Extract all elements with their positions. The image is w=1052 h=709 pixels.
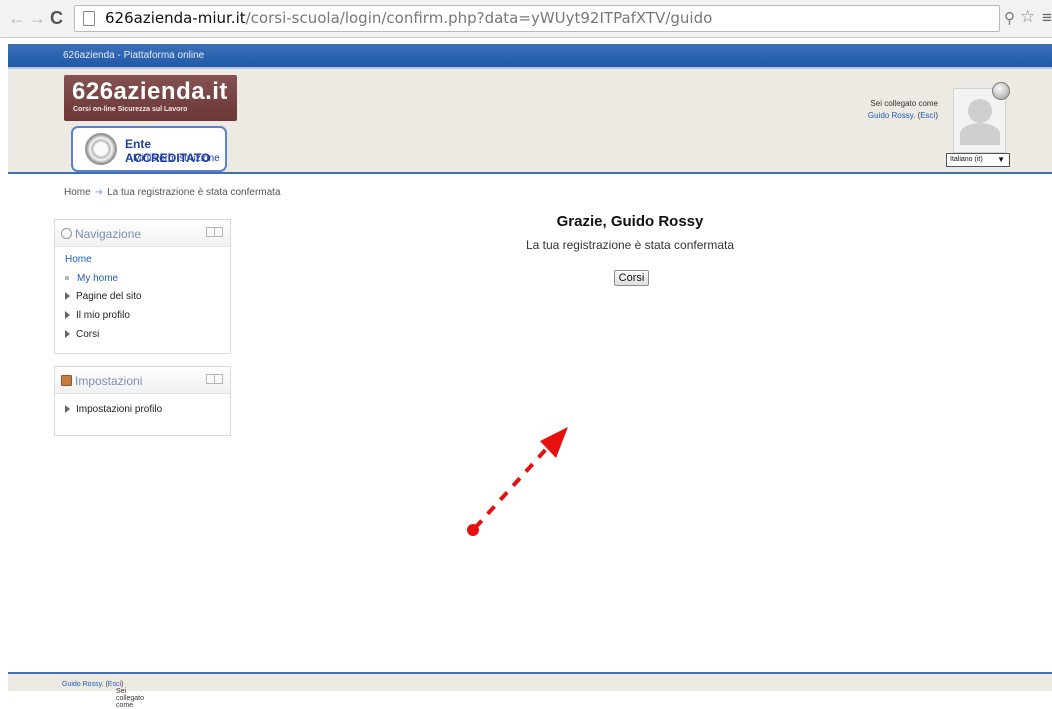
nav-item-my-home[interactable]: My home [65, 273, 118, 284]
confirmation-message: La tua registrazione è stata confermata [525, 238, 735, 252]
avatar-head-icon [968, 99, 992, 123]
address-bar[interactable]: 626azienda-miur.it/corsi-scuola/login/co… [74, 5, 1000, 32]
forward-icon[interactable]: → [28, 9, 46, 27]
breadcrumb-arrow-icon: ➜ [94, 187, 104, 198]
nav-item-label: Pagine del sito [76, 291, 142, 302]
logged-as-label: Sei collegato come [870, 99, 938, 108]
page-icon [83, 11, 95, 26]
chevron-down-icon: ▼ [997, 155, 1005, 164]
logout-link[interactable]: Esci [920, 111, 935, 120]
navigation-compass-icon [61, 228, 72, 239]
user-profile-link[interactable]: Guido Rossy [868, 111, 913, 120]
bookmark-star-icon[interactable]: ☆ [1020, 7, 1035, 27]
site-footer: Sei collegato come Guido Rossy. (Esci) [8, 672, 1052, 709]
corsi-button[interactable]: Corsi [614, 270, 649, 286]
settings-item-label: Impostazioni profilo [76, 404, 163, 415]
bullet-icon [65, 276, 69, 281]
site-title: 626azienda - Piattaforma online [63, 50, 205, 61]
avatar-badge-icon [992, 82, 1010, 100]
ente-accreditato-badge: Ente ACCREDITATO Ministero Istruzione [71, 126, 227, 172]
settings-icon [61, 375, 72, 386]
nav-item-label: My home [77, 273, 119, 284]
logo-tagline: Corsi on-line Sicurezza sul Lavoro [73, 106, 188, 113]
url-path: /corsi-scuola/login/confirm.php?data=yWU… [245, 9, 713, 27]
site-logo[interactable]: 626azienda.it Corsi on-line Sicurezza su… [64, 75, 237, 121]
annotation-arrow-tail [467, 524, 479, 536]
dock-block-icon[interactable] [206, 227, 223, 237]
settings-item-profilo[interactable]: Impostazioni profilo [65, 404, 162, 415]
breadcrumb-current: La tua registrazione è stata confermata [107, 187, 281, 198]
expand-arrow-icon [65, 311, 70, 320]
navigation-block: Navigazione Home My home Pagine del sito… [54, 219, 231, 354]
navigation-block-header: Navigazione [55, 220, 230, 247]
expand-arrow-icon [65, 405, 70, 414]
expand-arrow-icon [65, 292, 70, 301]
nav-item-label: Il mio profilo [76, 310, 130, 321]
login-info: Sei collegato come Guido Rossy. (Esci) [828, 98, 938, 122]
greeting-heading: Grazie, Guido Rossy [556, 213, 704, 230]
ente-line2: Ministero Istruzione [133, 153, 220, 164]
back-icon[interactable]: ← [8, 9, 26, 27]
footer-user-link[interactable]: Guido Rossy [62, 681, 102, 688]
breadcrumb: Home ➜ La tua registrazione è stata confer… [64, 187, 281, 198]
nav-home-link[interactable]: Home [65, 254, 92, 265]
nav-item-corsi[interactable]: Corsi [65, 329, 99, 340]
breadcrumb-home[interactable]: Home [64, 187, 91, 198]
expand-arrow-icon [65, 330, 70, 339]
navigation-block-title: Navigazione [75, 227, 142, 241]
nav-item-il-mio-profilo[interactable]: Il mio profilo [65, 310, 130, 321]
settings-block: Impostazioni Impostazioni profilo [54, 366, 231, 436]
footer-login-info: Sei collegato come Guido Rossy. (Esci) [62, 681, 145, 709]
annotation-arrow-head [540, 427, 568, 458]
site-top-strip: 626azienda - Piattaforma online [8, 44, 1052, 69]
italian-emblem-icon [85, 133, 117, 165]
language-value: Italiano (it) [950, 156, 983, 163]
settings-block-title: Impostazioni [75, 374, 143, 388]
footer-logged-as: Sei collegato come [116, 688, 145, 709]
menu-icon[interactable]: ≡ [1042, 8, 1052, 28]
annotation-arrow-line [473, 445, 550, 530]
reload-icon[interactable]: C [50, 9, 63, 27]
logo-name: 626azienda.it [72, 78, 228, 105]
browser-toolbar: ← → C 626azienda-miur.it/corsi-scuola/lo… [0, 0, 1052, 38]
footer-logout-link[interactable]: Esci [108, 681, 121, 688]
nav-item-label: Corsi [76, 329, 100, 340]
avatar-body-icon [960, 123, 1000, 145]
settings-block-header: Impostazioni [55, 367, 230, 394]
language-select[interactable]: Italiano (it) ▼ [946, 153, 1010, 167]
url-host: 626azienda-miur.it [105, 9, 246, 27]
dock-block-icon[interactable] [206, 374, 223, 384]
site-header: 626azienda.it Corsi on-line Sicurezza su… [8, 69, 1052, 174]
zoom-icon[interactable]: ⚲ [1004, 9, 1015, 27]
nav-item-pagine-del-sito[interactable]: Pagine del sito [65, 291, 142, 302]
